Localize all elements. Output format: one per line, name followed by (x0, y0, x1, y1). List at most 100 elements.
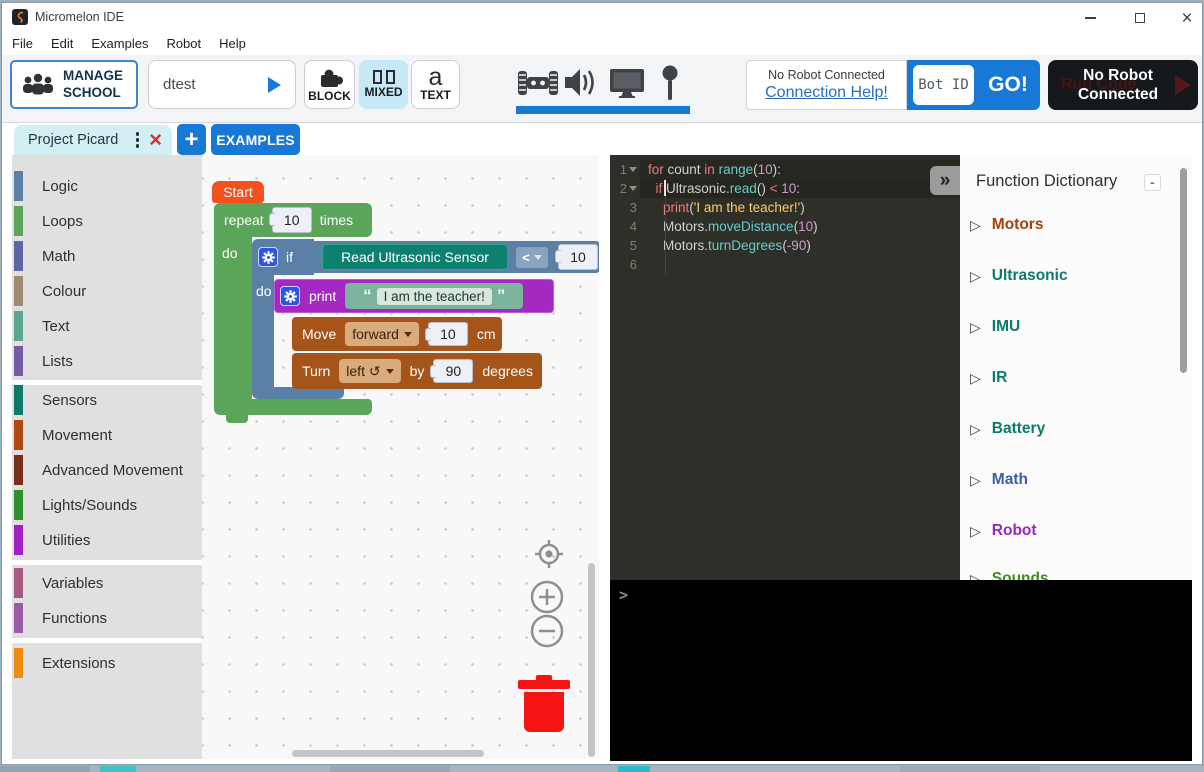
turn-degrees-field[interactable]: 90 (433, 359, 473, 383)
code-line[interactable]: 5 Motors.turnDegrees(-90) (610, 236, 960, 255)
dict-item-motors[interactable]: ▷Motors (970, 216, 1043, 234)
trash-icon[interactable] (524, 692, 564, 732)
expand-triangle-icon[interactable]: ▷ (970, 523, 981, 540)
dict-item-ir[interactable]: ▷IR (970, 369, 1007, 387)
dict-item-battery[interactable]: ▷Battery (970, 420, 1045, 438)
code-line[interactable]: 1for count in range(10): (610, 160, 960, 179)
expand-triangle-icon[interactable]: ▷ (970, 268, 981, 285)
project-select[interactable]: dtest (148, 60, 296, 109)
go-button[interactable]: GO! (979, 60, 1037, 110)
expand-triangle-icon[interactable]: ▷ (970, 319, 981, 336)
palette-sensors[interactable]: Sensors (12, 385, 202, 415)
comparison-block[interactable]: Read Ultrasonic Sensor < 10 (308, 241, 600, 273)
palette-logic[interactable]: Logic (12, 171, 202, 201)
string-text-field[interactable]: I am the teacher! (377, 288, 492, 305)
expand-triangle-icon[interactable]: ▷ (970, 472, 981, 489)
dictionary-scrollbar[interactable] (1180, 168, 1187, 373)
screen-icon[interactable] (609, 68, 645, 98)
workspace-vertical-scrollbar[interactable] (588, 563, 595, 757)
code-line[interactable]: 3 print('I am the teacher!') (610, 198, 960, 217)
move-distance-field[interactable]: 10 (428, 322, 468, 346)
block-workspace[interactable]: Start repeat 10 times do if do Read Ultr… (202, 155, 599, 759)
comparison-operator-dropdown[interactable]: < (516, 247, 548, 268)
if-block-header[interactable]: if (252, 239, 314, 275)
if-gear-icon[interactable] (258, 247, 278, 267)
text-string-block[interactable]: “ I am the teacher! ” (345, 283, 523, 309)
operator-value: < (522, 250, 530, 265)
palette-lists[interactable]: Lists (12, 346, 202, 376)
robot-icon[interactable] (518, 68, 558, 98)
palette-text[interactable]: Text (12, 311, 202, 341)
palette-variables[interactable]: Variables (12, 568, 202, 598)
zoom-in-button[interactable] (530, 580, 564, 614)
maximize-button[interactable] (1125, 7, 1155, 29)
move-direction-dropdown[interactable]: forward (345, 322, 419, 346)
expand-triangle-icon[interactable]: ▷ (970, 370, 981, 387)
tab-project-picard[interactable]: Project Picard × (14, 125, 172, 155)
palette-utilities[interactable]: Utilities (12, 525, 202, 555)
bot-id-input[interactable]: Bot ID (913, 65, 974, 105)
code-line[interactable]: 4 Motors.moveDistance(10) (610, 217, 960, 236)
workspace-horizontal-scrollbar[interactable] (292, 750, 484, 757)
print-block[interactable]: print “ I am the teacher! ” (274, 279, 554, 313)
dictionary-minimize-button[interactable]: - (1144, 174, 1161, 191)
mode-block-button[interactable]: BLOCK (304, 60, 355, 109)
collapse-dictionary-button[interactable]: » (930, 166, 960, 195)
dict-item-robot[interactable]: ▷Robot (970, 522, 1037, 540)
move-label: Move (302, 326, 336, 342)
start-block[interactable]: Start (212, 181, 264, 203)
zoom-out-button[interactable] (530, 614, 564, 648)
palette-lights-sounds-label: Lights/Sounds (42, 497, 137, 514)
palette-colour[interactable]: Colour (12, 276, 202, 306)
menu-help[interactable]: Help (219, 36, 246, 51)
palette-movement[interactable]: Movement (12, 420, 202, 450)
fold-caret-icon[interactable] (629, 167, 637, 172)
palette-loops[interactable]: Loops (12, 206, 202, 236)
connection-help-link[interactable]: Connection Help! (765, 84, 888, 102)
comparison-value-field[interactable]: 10 (558, 244, 598, 270)
mode-text-button[interactable]: a TEXT (411, 60, 460, 109)
connection-status-box: No Robot Connected Connection Help! (746, 60, 907, 110)
examples-button[interactable]: EXAMPLES (211, 124, 300, 155)
trash-icon[interactable] (518, 680, 570, 689)
manage-school-button[interactable]: MANAGESCHOOL (10, 60, 138, 109)
move-block[interactable]: Move forward 10 cm (292, 317, 502, 351)
code-line[interactable]: 2 if Ultrasonic.read() < 10: (610, 179, 960, 198)
code-editor[interactable]: 1for count in range(10): 2 if Ultrasonic… (610, 155, 960, 580)
repeat-block-header[interactable]: repeat 10 times (214, 203, 372, 237)
run-code-button[interactable]: Run Code No Robot Connected (1048, 60, 1198, 110)
menu-edit[interactable]: Edit (51, 36, 73, 51)
ultrasonic-sensor-block[interactable]: Read Ultrasonic Sensor (322, 244, 508, 270)
fold-caret-icon[interactable] (629, 186, 637, 191)
expand-triangle-icon[interactable]: ▷ (970, 421, 981, 438)
expand-triangle-icon[interactable]: ▷ (970, 217, 981, 234)
mode-mixed-button[interactable]: MIXED (359, 60, 408, 109)
dict-item-math[interactable]: ▷Math (970, 471, 1028, 489)
palette-advanced-movement[interactable]: Advanced Movement (12, 455, 202, 485)
palette-lights-sounds[interactable]: Lights/Sounds (12, 490, 202, 520)
mode-mixed-label: MIXED (364, 85, 402, 99)
palette-math[interactable]: Math (12, 241, 202, 271)
palette-functions[interactable]: Functions (12, 603, 202, 633)
dict-item-imu[interactable]: ▷IMU (970, 318, 1020, 336)
menu-robot[interactable]: Robot (166, 36, 201, 51)
recenter-button[interactable] (534, 539, 564, 569)
code-line[interactable]: 6 (610, 255, 960, 274)
turn-direction-dropdown[interactable]: left ↺ (339, 359, 400, 383)
panel-splitter[interactable] (599, 155, 610, 759)
speaker-icon[interactable] (563, 66, 596, 99)
close-button[interactable]: × (1172, 7, 1202, 29)
tab-menu-icon[interactable] (136, 132, 140, 148)
pin-light-icon[interactable] (661, 65, 679, 101)
tab-close-button[interactable]: × (149, 129, 162, 151)
print-gear-icon[interactable] (280, 286, 300, 306)
menu-file[interactable]: File (12, 36, 33, 51)
palette-extensions[interactable]: Extensions (12, 648, 202, 678)
turn-block[interactable]: Turn left ↺ by 90 degrees (292, 353, 542, 389)
console-panel[interactable]: > (610, 580, 1192, 761)
dict-item-ultrasonic[interactable]: ▷Ultrasonic (970, 267, 1068, 285)
repeat-count-field[interactable]: 10 (272, 207, 312, 233)
minimize-button[interactable] (1075, 7, 1105, 29)
menu-examples[interactable]: Examples (91, 36, 148, 51)
add-tab-button[interactable]: + (177, 124, 206, 155)
